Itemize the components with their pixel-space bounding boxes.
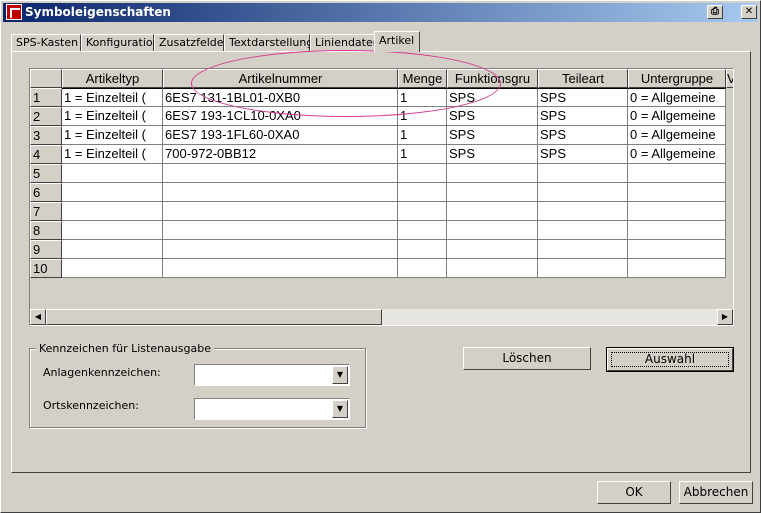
- table-cell[interactable]: 0 = Allgemeine: [628, 88, 726, 107]
- table-cell[interactable]: [163, 202, 398, 221]
- table-cell[interactable]: [447, 259, 538, 278]
- table-cell[interactable]: [62, 202, 163, 221]
- table-cell[interactable]: [628, 164, 726, 183]
- table-cell[interactable]: 0 = Allgemeine: [628, 107, 726, 126]
- table-cell[interactable]: [398, 183, 447, 202]
- table-cell[interactable]: [538, 164, 628, 183]
- row-number: 6: [30, 183, 62, 202]
- table-cell[interactable]: [163, 164, 398, 183]
- table-cell[interactable]: 1: [398, 126, 447, 145]
- chevron-down-icon[interactable]: ▼: [332, 366, 348, 384]
- table-cell[interactable]: [447, 183, 538, 202]
- dialog-window: Symboleigenschaften ⎙ ✕ SPS-Kasten Konfi…: [0, 0, 761, 513]
- abbrechen-button[interactable]: Abbrechen: [679, 481, 753, 504]
- table-cell[interactable]: 1 = Einzelteil (: [62, 88, 163, 107]
- anlagenkennzeichen-combo[interactable]: ▼: [194, 364, 350, 386]
- table-cell[interactable]: [628, 259, 726, 278]
- focus-rect: [611, 352, 729, 367]
- table-cell[interactable]: 0 = Allgemeine: [628, 126, 726, 145]
- table-cell[interactable]: 6ES7 193-1FL60-0XA0: [163, 126, 398, 145]
- scrollbar-thumb[interactable]: [46, 309, 382, 325]
- column-header[interactable]: [30, 69, 62, 88]
- app-icon: [6, 4, 22, 20]
- table-cell[interactable]: [398, 221, 447, 240]
- loeschen-button[interactable]: Löschen: [463, 347, 591, 370]
- table-cell[interactable]: 1: [398, 145, 447, 164]
- table-cell[interactable]: [628, 221, 726, 240]
- table-cell[interactable]: [398, 202, 447, 221]
- table-cell[interactable]: [398, 164, 447, 183]
- table-cell[interactable]: [538, 221, 628, 240]
- table-cell[interactable]: [628, 183, 726, 202]
- column-header[interactable]: V: [726, 69, 733, 88]
- table-cell[interactable]: [62, 240, 163, 259]
- tab-textdarstellung[interactable]: Textdarstellung: [224, 34, 313, 52]
- table-cell[interactable]: 0 = Allgemeine: [628, 145, 726, 164]
- table-cell[interactable]: [538, 259, 628, 278]
- table-cell[interactable]: 700-972-0BB12: [163, 145, 398, 164]
- table-cell[interactable]: 1 = Einzelteil (: [62, 107, 163, 126]
- row-number: 10: [30, 259, 62, 278]
- table-cell[interactable]: SPS: [447, 126, 538, 145]
- row-number: 9: [30, 240, 62, 259]
- table-cell[interactable]: [447, 202, 538, 221]
- tab-zusatzfelder[interactable]: Zusatzfelder: [154, 34, 228, 52]
- ortskennzeichen-label: Ortskennzeichen:: [43, 399, 139, 412]
- table-cell[interactable]: [163, 221, 398, 240]
- column-header[interactable]: Artikeltyp: [62, 69, 163, 88]
- groupbox-legend: Kennzeichen für Listenausgabe: [36, 342, 214, 355]
- scroll-left-icon[interactable]: ◀: [30, 309, 46, 325]
- table-cell[interactable]: [447, 164, 538, 183]
- row-number: 2: [30, 107, 62, 126]
- table-cell[interactable]: SPS: [538, 126, 628, 145]
- table-cell[interactable]: [62, 164, 163, 183]
- anlagenkennzeichen-label: Anlagenkennzeichen:: [43, 366, 161, 379]
- column-header[interactable]: Untergruppe: [628, 69, 726, 88]
- print-icon[interactable]: ⎙: [707, 5, 723, 19]
- row-number: 8: [30, 221, 62, 240]
- table-cell[interactable]: [62, 259, 163, 278]
- table-cell[interactable]: 1 = Einzelteil (: [62, 126, 163, 145]
- table-cell[interactable]: SPS: [447, 107, 538, 126]
- row-number: 3: [30, 126, 62, 145]
- horizontal-scrollbar[interactable]: ◀ ▶: [30, 309, 733, 325]
- table-cell[interactable]: SPS: [538, 88, 628, 107]
- window-title: Symboleigenschaften: [25, 5, 171, 19]
- table-cell[interactable]: [62, 221, 163, 240]
- table-cell[interactable]: [447, 240, 538, 259]
- row-number: 5: [30, 164, 62, 183]
- table-cell[interactable]: [163, 259, 398, 278]
- tab-sps-kasten[interactable]: SPS-Kasten: [11, 34, 81, 52]
- table-cell[interactable]: [538, 202, 628, 221]
- tab-artikel[interactable]: Artikel: [374, 31, 420, 52]
- row-number: 4: [30, 145, 62, 164]
- row-number: 7: [30, 202, 62, 221]
- table-cell[interactable]: SPS: [538, 107, 628, 126]
- table-cell[interactable]: [398, 259, 447, 278]
- scroll-right-icon[interactable]: ▶: [717, 309, 733, 325]
- table-cell[interactable]: [62, 183, 163, 202]
- close-icon[interactable]: ✕: [741, 5, 757, 19]
- table-cell[interactable]: [398, 240, 447, 259]
- table-cell[interactable]: 1 = Einzelteil (: [62, 145, 163, 164]
- table-cell[interactable]: SPS: [538, 145, 628, 164]
- ok-button[interactable]: OK: [597, 481, 671, 504]
- table-cell[interactable]: [447, 221, 538, 240]
- table-cell[interactable]: [538, 183, 628, 202]
- auswahl-button[interactable]: Auswahl: [606, 347, 734, 372]
- table-cell[interactable]: [628, 202, 726, 221]
- table-cell[interactable]: SPS: [447, 145, 538, 164]
- table-cell[interactable]: [163, 183, 398, 202]
- column-header[interactable]: Teileart: [538, 69, 628, 88]
- table-cell[interactable]: [538, 240, 628, 259]
- table-cell[interactable]: [628, 240, 726, 259]
- title-bar: Symboleigenschaften ⎙ ✕: [3, 3, 758, 22]
- chevron-down-icon[interactable]: ▼: [332, 400, 348, 418]
- ortskennzeichen-combo[interactable]: ▼: [194, 398, 350, 420]
- highlight-ellipse: [191, 50, 501, 117]
- tab-konfiguration[interactable]: Konfiguration: [81, 34, 160, 52]
- row-number: 1: [30, 88, 62, 107]
- table-cell[interactable]: [163, 240, 398, 259]
